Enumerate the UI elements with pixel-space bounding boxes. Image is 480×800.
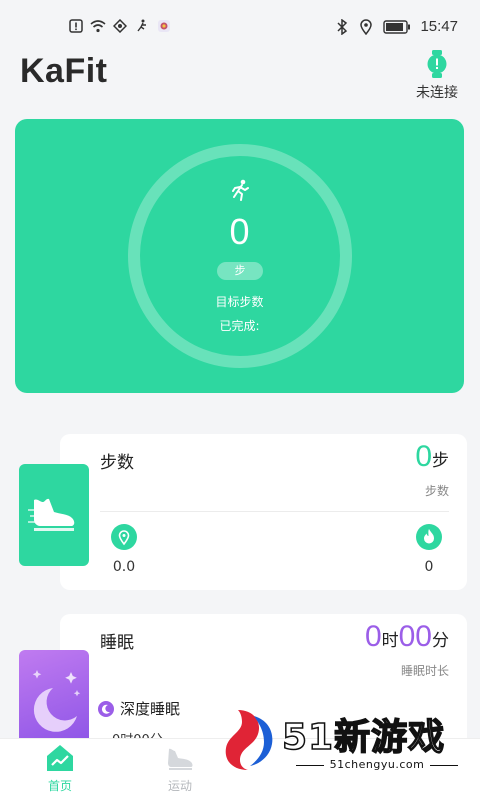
sleep-hours-value: 0: [364, 620, 382, 653]
cast-icon: [112, 18, 128, 34]
sleep-value-row: 0 时 00 分: [365, 620, 449, 654]
watermark-url: 51chengyu.com: [282, 758, 472, 771]
steps-tile: [19, 464, 89, 566]
step-progress-ring: [128, 144, 352, 368]
calories-stat: 0: [409, 524, 449, 575]
distance-value: 0.0: [112, 559, 136, 575]
step-count-value: 0: [229, 211, 250, 252]
alert-icon: [68, 18, 84, 34]
sleep-minutes-unit: 分: [432, 631, 449, 651]
nav-item-sport[interactable]: 运动: [150, 743, 210, 794]
step-summary-card[interactable]: 0 步 目标步数 已完成:: [15, 119, 464, 393]
flame-icon: [416, 524, 442, 550]
steps-panel-subtitle: 步数: [424, 484, 449, 498]
status-bar: 15:47: [0, 0, 480, 56]
wifi-icon: [90, 18, 106, 34]
location-pin-icon: [111, 524, 137, 550]
status-bar-left: [68, 18, 172, 34]
running-person-icon: [229, 179, 251, 201]
calories-value: 0: [424, 559, 434, 575]
sleep-panel-subtitle: 睡眠时长: [400, 664, 449, 678]
steps-panel-title: 步数: [100, 453, 134, 473]
divider: [100, 511, 449, 512]
sleep-hours-unit: 时: [381, 631, 399, 651]
bluetooth-icon: [334, 18, 350, 35]
steps-detail-card[interactable]: 步数 0 步 步数 0.0 0: [60, 434, 467, 590]
deep-sleep-label: 深度睡眠: [120, 700, 181, 718]
moon-icon: [98, 700, 114, 717]
step-unit-badge: 步: [217, 262, 263, 280]
sleep-tile: [19, 650, 89, 752]
steps-panel-value: 0: [415, 440, 432, 473]
steps-panel-unit: 步: [432, 451, 449, 471]
status-bar-right: 15:47: [334, 18, 458, 35]
sneaker-icon: [165, 743, 195, 773]
smartwatch-icon: [412, 50, 462, 78]
location-icon: [358, 18, 374, 35]
watermark-logo: 51新游戏 51chengyu.com: [220, 700, 478, 780]
device-connection-button[interactable]: 未连接: [412, 50, 462, 102]
sleep-panel-title: 睡眠: [100, 633, 134, 653]
steps-value-row: 0 步: [415, 440, 449, 474]
home-chart-icon: [45, 743, 75, 773]
running-shoe-icon: [28, 490, 80, 540]
watermark-brand-icon: [220, 706, 278, 772]
distance-stat: 0.0: [104, 524, 144, 575]
deep-sleep-row: 深度睡眠: [98, 698, 180, 719]
running-app-icon: [134, 18, 150, 34]
battery-icon: [382, 19, 412, 35]
nav-label-sport: 运动: [167, 779, 192, 793]
nav-label-home: 首页: [47, 779, 72, 793]
app-title: KaFit: [20, 52, 108, 90]
completed-label: 已完成:: [219, 319, 260, 333]
watermark-text: 51新游戏: [281, 716, 446, 759]
app-badge-icon: [156, 18, 172, 34]
goal-steps-label: 目标步数: [215, 295, 264, 309]
status-time: 15:47: [420, 18, 458, 35]
sleep-minutes-value: 00: [398, 620, 432, 653]
device-status-label: 未连接: [416, 85, 458, 101]
nav-item-home[interactable]: 首页: [30, 743, 90, 794]
